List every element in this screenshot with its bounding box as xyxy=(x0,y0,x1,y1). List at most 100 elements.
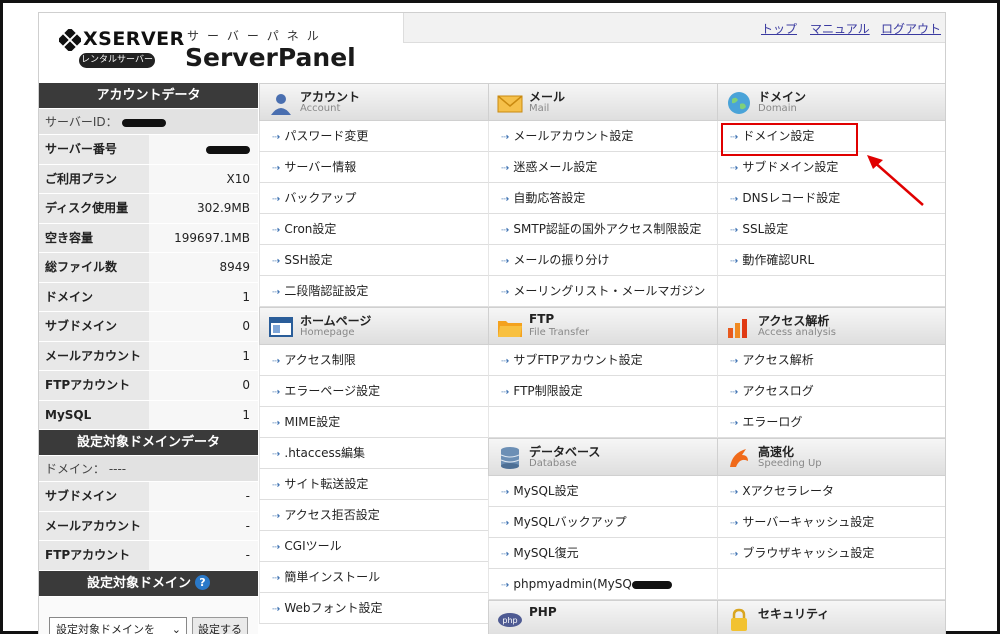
server-id-row: サーバーID： xyxy=(39,109,258,135)
menu-link-label: パスワード変更 xyxy=(284,129,369,143)
help-icon[interactable]: ? xyxy=(195,574,210,590)
menu-link-label: アクセス制限 xyxy=(284,353,356,367)
menu-link-domain[interactable]: ⇢ SSL設定 xyxy=(717,214,945,245)
menu-link-domain[interactable]: ⇢ 動作確認URL xyxy=(717,245,945,276)
menu-link-label: Webフォント設定 xyxy=(284,601,383,615)
menu-link-label: SSL設定 xyxy=(742,222,789,236)
menu-link-label: エラーログ xyxy=(742,415,803,429)
stat-label: メールアカウント xyxy=(39,511,149,540)
menu-link-homepage[interactable]: ⇢ アクセス制限 xyxy=(259,345,489,376)
arrow-right-icon: ⇢ xyxy=(501,256,510,267)
menu-link-database[interactable]: ⇢ MySQL復元 xyxy=(488,538,718,569)
menu-link-access[interactable]: ⇢ アクセスログ xyxy=(717,376,945,407)
arrow-right-icon: ⇢ xyxy=(272,542,281,553)
menu-link-homepage[interactable]: ⇢ アクセス拒否設定 xyxy=(259,500,489,531)
arrow-right-icon: ⇢ xyxy=(730,549,739,560)
stat-label: 総ファイル数 xyxy=(39,253,149,282)
stat-row: サブドメイン - xyxy=(39,482,258,512)
stat-value: 199697.1MB xyxy=(149,223,258,252)
menu-link-account[interactable]: ⇢ 二段階認証設定 xyxy=(259,276,489,307)
section-homepage-items: ⇢ アクセス制限 ⇢ エラーページ設定 ⇢ MIME設定 ⇢ .htaccess編集 ⇢ サイト転… xyxy=(259,345,489,624)
server-panel: XSERVER レンタルサーバー サーバーパネル ServerPanel トップ… xyxy=(38,12,946,634)
section-homepage-header: ホームページ Homepage xyxy=(259,307,489,345)
logout-link[interactable]: ログアウト xyxy=(881,20,941,37)
menu-link-homepage[interactable]: ⇢ MIME設定 xyxy=(259,407,489,438)
top-link[interactable]: トップ xyxy=(761,20,797,37)
arrow-right-icon: ⇢ xyxy=(272,356,281,367)
menu-link-mail[interactable]: ⇢ SMTP認証の国外アクセス制限設定 xyxy=(488,214,718,245)
domain-data-heading: 設定対象ドメインデータ xyxy=(39,430,258,456)
panel-subtitle: サーバーパネル xyxy=(187,29,327,43)
arrow-right-icon: ⇢ xyxy=(730,256,739,267)
menu-link-speed[interactable]: ⇢ ブラウザキャッシュ設定 xyxy=(717,538,945,569)
stat-value xyxy=(149,135,258,164)
database-icon xyxy=(500,447,520,469)
menu-link-access[interactable]: ⇢ エラーログ xyxy=(717,407,945,438)
arrow-right-icon: ⇢ xyxy=(501,549,510,560)
column-account-homepage: アカウント Account ⇢ パスワード変更 ⇢ サーバー情報 ⇢ バックアップ ⇢ Cro… xyxy=(259,83,489,624)
section-php-header: php PHP xyxy=(488,600,718,634)
arrow-right-icon: ⇢ xyxy=(501,132,510,143)
menu-link-mail[interactable]: ⇢ メーリングリスト・メールマガジン xyxy=(488,276,718,307)
menu-link-database[interactable]: ⇢ MySQLバックアップ xyxy=(488,507,718,538)
menu-link-database[interactable]: ⇢ phpmyadmin(MySQ xyxy=(488,569,718,600)
stat-label: 空き容量 xyxy=(39,223,149,252)
menu-link-ftp[interactable]: ⇢ FTP制限設定 xyxy=(488,376,718,407)
stat-row: 空き容量 199697.1MB xyxy=(39,223,258,253)
menu-link-mail[interactable]: ⇢ メールの振り分け xyxy=(488,245,718,276)
arrow-right-icon: ⇢ xyxy=(272,573,281,584)
empty-cell xyxy=(488,407,718,438)
menu-link-label: SSH設定 xyxy=(284,253,333,267)
arrow-right-icon: ⇢ xyxy=(272,418,281,429)
domain-label: ドメイン： ---- xyxy=(39,456,258,482)
menu-link-mail[interactable]: ⇢ 迷惑メール設定 xyxy=(488,152,718,183)
menu-link-label: Xアクセラレータ xyxy=(742,484,835,498)
brand-badge: レンタルサーバー xyxy=(79,53,155,68)
section-speed-header: 高速化 Speeding Up xyxy=(717,438,945,476)
menu-link-account[interactable]: ⇢ Cron設定 xyxy=(259,214,489,245)
redacted-mask xyxy=(631,580,672,589)
menu-link-ftp[interactable]: ⇢ サブFTPアカウント設定 xyxy=(488,345,718,376)
manual-link[interactable]: マニュアル xyxy=(810,20,870,37)
menu-link-account[interactable]: ⇢ サーバー情報 xyxy=(259,152,489,183)
arrow-right-icon: ⇢ xyxy=(501,518,510,529)
menu-link-homepage[interactable]: ⇢ エラーページ設定 xyxy=(259,376,489,407)
menu-link-mail[interactable]: ⇢ メールアカウント設定 xyxy=(488,121,718,152)
section-subtitle: Mail xyxy=(529,103,550,114)
menu-link-speed[interactable]: ⇢ サーバーキャッシュ設定 xyxy=(717,507,945,538)
menu-link-homepage[interactable]: ⇢ 簡単インストール xyxy=(259,562,489,593)
arrow-right-icon: ⇢ xyxy=(272,449,281,460)
stat-row: FTPアカウント - xyxy=(39,541,258,571)
brand-name: XSERVER xyxy=(83,28,185,50)
stat-value: 0 xyxy=(149,312,258,341)
speed-icon xyxy=(730,449,748,467)
section-access-header: アクセス解析 Access analysis xyxy=(717,307,945,345)
menu-link-homepage[interactable]: ⇢ CGIツール xyxy=(259,531,489,562)
menu-link-account[interactable]: ⇢ バックアップ xyxy=(259,183,489,214)
menu-link-homepage[interactable]: ⇢ サイト転送設定 xyxy=(259,469,489,500)
target-domain-select[interactable]: 設定対象ドメインを ⌄ xyxy=(49,616,187,634)
stat-label: FTPアカウント xyxy=(39,541,149,570)
arrow-right-icon: ⇢ xyxy=(730,418,739,429)
server-id-label: サーバーID： xyxy=(45,115,118,129)
stat-row: サブドメイン 0 xyxy=(39,312,258,342)
section-subtitle: Speeding Up xyxy=(758,458,822,469)
arrow-right-icon: ⇢ xyxy=(501,580,510,591)
menu-link-label: サブFTPアカウント設定 xyxy=(513,353,643,367)
chevron-down-icon: ⌄ xyxy=(171,622,181,634)
section-title: PHP xyxy=(529,605,557,619)
menu-link-label: 二段階認証設定 xyxy=(284,284,369,298)
menu-link-homepage[interactable]: ⇢ Webフォント設定 xyxy=(259,593,489,624)
stat-label: メールアカウント xyxy=(39,341,149,370)
menu-link-label: CGIツール xyxy=(284,539,342,553)
menu-link-speed[interactable]: ⇢ Xアクセラレータ xyxy=(717,476,945,507)
empty-cell xyxy=(717,276,945,307)
menu-link-mail[interactable]: ⇢ 自動応答設定 xyxy=(488,183,718,214)
arrow-right-icon: ⇢ xyxy=(272,480,281,491)
menu-link-homepage[interactable]: ⇢ .htaccess編集 xyxy=(259,438,489,469)
menu-link-account[interactable]: ⇢ パスワード変更 xyxy=(259,121,489,152)
menu-link-database[interactable]: ⇢ MySQL設定 xyxy=(488,476,718,507)
set-domain-button[interactable]: 設定する xyxy=(192,616,248,634)
menu-link-access[interactable]: ⇢ アクセス解析 xyxy=(717,345,945,376)
menu-link-account[interactable]: ⇢ SSH設定 xyxy=(259,245,489,276)
